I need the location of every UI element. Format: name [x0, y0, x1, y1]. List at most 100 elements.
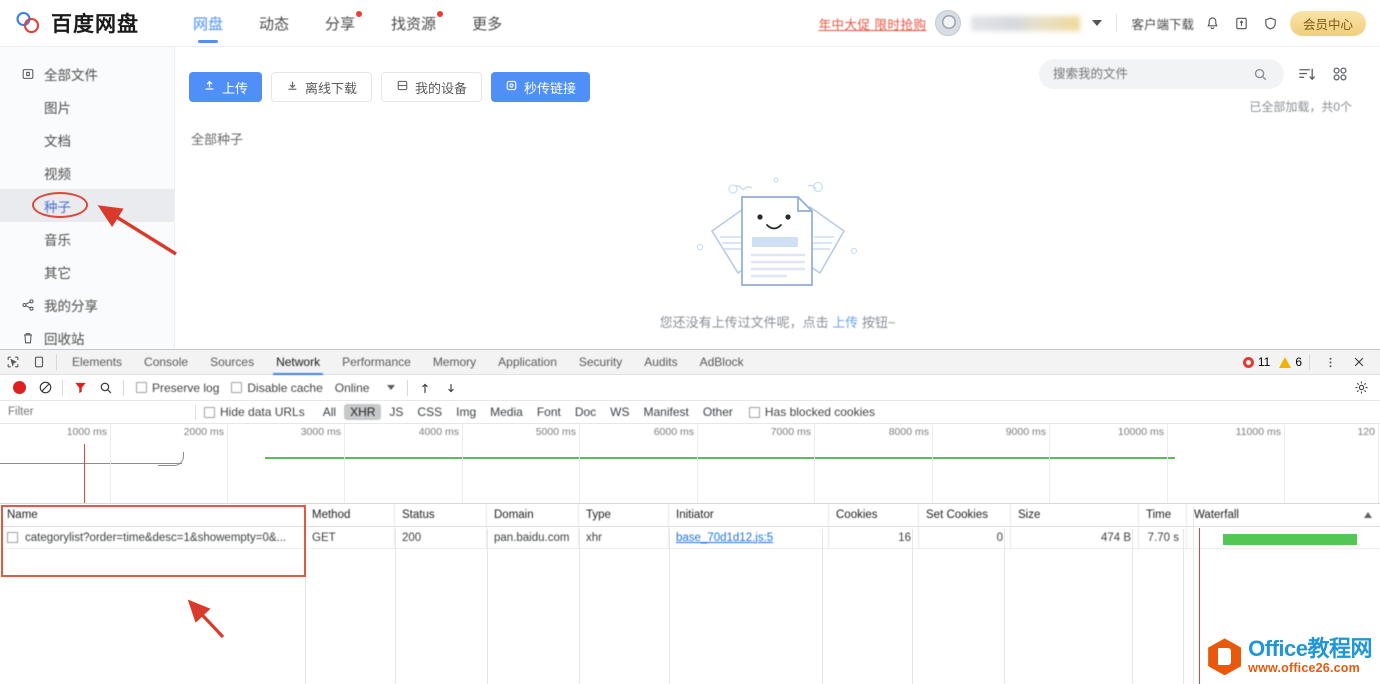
column-header-name[interactable]: Name [0, 504, 305, 526]
search-input[interactable] [1053, 67, 1253, 81]
filter-icon[interactable] [67, 375, 93, 401]
sidebar-item-all-files[interactable]: 全部文件 [0, 57, 174, 90]
nav-item-dongtai[interactable]: 动态 [241, 0, 307, 47]
tab-elements[interactable]: Elements [61, 350, 133, 375]
timeline-tick-label: 4000 ms [419, 426, 459, 438]
my-device-button[interactable]: 我的设备 [381, 72, 482, 102]
tab-memory[interactable]: Memory [422, 350, 487, 375]
nav-item-wangpan[interactable]: 网盘 [175, 0, 241, 47]
timeline-tick-label: 7000 ms [771, 426, 811, 438]
sidebar-item-label: 种子 [44, 196, 71, 216]
nav-label: 网盘 [193, 13, 223, 34]
cell-name[interactable]: categorylist?order=time&desc=1&showempty… [0, 527, 305, 548]
message-icon[interactable] [1232, 13, 1252, 33]
column-header-status[interactable]: Status [395, 504, 487, 526]
search-icon[interactable] [93, 375, 119, 401]
filter-type-ws[interactable]: WS [604, 404, 635, 420]
filter-type-img[interactable]: Img [450, 404, 482, 420]
device-toolbar-icon[interactable] [26, 350, 52, 375]
filter-type-css[interactable]: CSS [411, 404, 448, 420]
row-checkbox-icon[interactable] [7, 532, 18, 543]
tab-adblock[interactable]: AdBlock [689, 350, 755, 375]
filter-type-js[interactable]: JS [383, 404, 409, 420]
share-icon [20, 298, 36, 312]
column-header-type[interactable]: Type [579, 504, 669, 526]
column-header-cookies[interactable]: Cookies [829, 504, 919, 526]
sidebar-item-others[interactable]: 其它 [0, 255, 174, 288]
table-column-divider [579, 529, 580, 684]
office-logo-icon [1208, 638, 1241, 675]
filter-type-doc[interactable]: Doc [569, 404, 602, 420]
disable-cache-checkbox[interactable]: Disable cache [231, 381, 322, 395]
sidebar-item-images[interactable]: 图片 [0, 90, 174, 123]
tab-application[interactable]: Application [487, 350, 568, 375]
throttling-select[interactable]: Online [335, 381, 396, 395]
chevron-down-icon [387, 385, 395, 390]
nav-item-gengduo[interactable]: 更多 [454, 0, 520, 47]
filter-type-manifest[interactable]: Manifest [638, 404, 695, 420]
divider [1116, 14, 1117, 32]
sidebar-item-documents[interactable]: 文档 [0, 123, 174, 156]
sidebar-item-music[interactable]: 音乐 [0, 222, 174, 255]
table-row[interactable]: categorylist?order=time&desc=1&showempty… [0, 527, 1380, 549]
column-header-domain[interactable]: Domain [487, 504, 579, 526]
tab-console[interactable]: Console [133, 350, 199, 375]
upload-button[interactable]: 上传 [189, 72, 262, 102]
promo-link[interactable]: 年中大促 限时抢购 [818, 14, 926, 33]
shield-icon[interactable] [1261, 13, 1281, 33]
search-icon[interactable] [1253, 67, 1268, 82]
empty-upload-link[interactable]: 上传 [832, 315, 858, 330]
column-header-set-cookies[interactable]: Set Cookies [919, 504, 1011, 526]
has-blocked-cookies-checkbox[interactable]: Has blocked cookies [749, 405, 875, 419]
clear-icon[interactable] [32, 375, 58, 401]
request-name: categorylist?order=time&desc=1&showempty… [25, 532, 286, 544]
grid-view-icon[interactable] [1328, 62, 1352, 86]
sort-icon[interactable] [1294, 62, 1318, 86]
initiator-link[interactable]: base_70d1d12.js:5 [676, 532, 773, 544]
header-right: 年中大促 限时抢购 客户端下载 [818, 10, 1380, 36]
record-button[interactable] [6, 375, 32, 401]
nav-item-zhaoziyuan[interactable]: 找资源 [373, 0, 454, 47]
toolbar-right: 已全部加载，共0个 [1039, 59, 1366, 115]
filter-input[interactable] [0, 406, 160, 418]
client-download-link[interactable]: 客户端下载 [1131, 14, 1194, 33]
tab-network[interactable]: Network [265, 350, 331, 375]
filter-type-all[interactable]: All [317, 404, 342, 420]
vip-center-button[interactable]: 会员中心 [1290, 11, 1366, 36]
chevron-down-icon[interactable] [1092, 20, 1102, 26]
export-har-icon[interactable] [438, 375, 464, 401]
offline-download-button[interactable]: 离线下载 [271, 72, 372, 102]
sidebar-item-torrents[interactable]: 种子 [0, 189, 174, 222]
hide-data-urls-checkbox[interactable]: Hide data URLs [204, 405, 305, 419]
network-timeline-overview[interactable]: 1000 ms 2000 ms 3000 ms 4000 ms 5000 ms … [0, 424, 1380, 504]
filter-type-media[interactable]: Media [484, 404, 529, 420]
import-har-icon[interactable] [412, 375, 438, 401]
filter-type-other[interactable]: Other [697, 404, 739, 420]
column-header-time[interactable]: Time [1139, 504, 1187, 526]
column-header-method[interactable]: Method [305, 504, 395, 526]
inspect-element-icon[interactable] [0, 350, 26, 375]
nav-label: 找资源 [391, 13, 436, 34]
tab-security[interactable]: Security [568, 350, 633, 375]
sidebar-item-my-shares[interactable]: 我的分享 [0, 288, 174, 321]
tab-sources[interactable]: Sources [199, 350, 265, 375]
sidebar-item-videos[interactable]: 视频 [0, 156, 174, 189]
filter-type-xhr[interactable]: XHR [344, 404, 381, 420]
file-toolbar: 上传 离线下载 我的设备 [175, 47, 1380, 115]
cell-method: GET [305, 527, 395, 548]
preserve-log-checkbox[interactable]: Preserve log [136, 381, 219, 395]
timeline-tick: 2000 ms [227, 424, 228, 504]
cell-time: 7.70 s [1139, 527, 1187, 548]
brand[interactable]: 百度网盘 [0, 8, 175, 38]
fast-transfer-link-button[interactable]: 秒传链接 [491, 72, 590, 102]
column-header-size[interactable]: Size [1011, 504, 1139, 526]
avatar[interactable] [935, 10, 961, 36]
tab-performance[interactable]: Performance [331, 350, 422, 375]
filter-type-font[interactable]: Font [531, 404, 567, 420]
bell-icon[interactable] [1203, 13, 1223, 33]
tab-audits[interactable]: Audits [633, 350, 688, 375]
column-header-initiator[interactable]: Initiator [669, 504, 829, 526]
top-header: 百度网盘 网盘 动态 分享 找资源 更多 年中大促 限时抢购 [0, 0, 1380, 47]
nav-item-fenxiang[interactable]: 分享 [307, 0, 373, 47]
search-box[interactable] [1039, 59, 1284, 89]
